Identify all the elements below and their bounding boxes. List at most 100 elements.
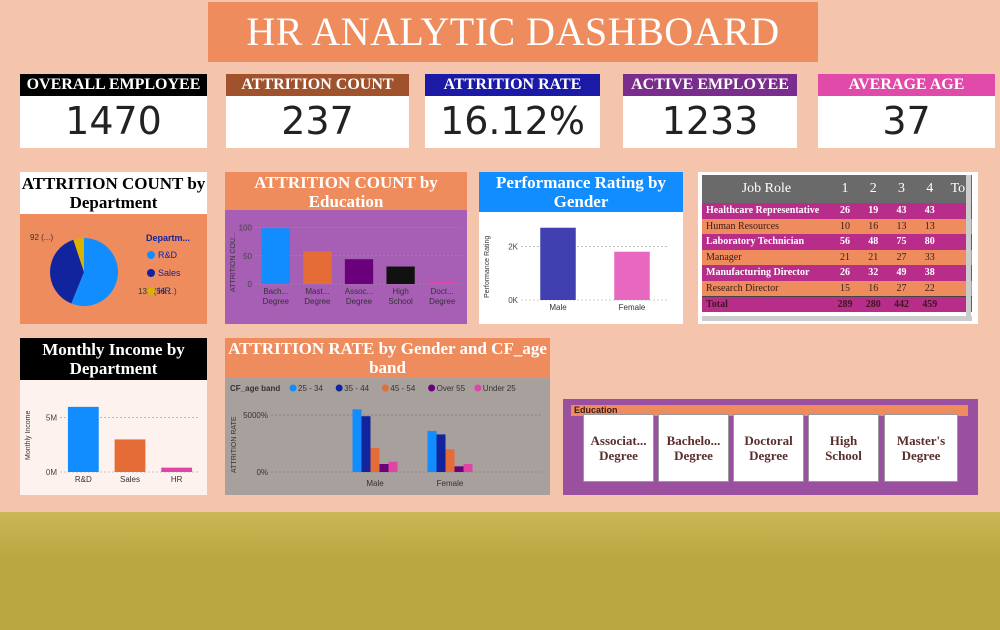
bar — [161, 467, 193, 472]
kpi-overall-employee[interactable]: OVERALL EMPLOYEE 1470 — [20, 74, 207, 148]
bar — [361, 416, 371, 472]
count-cell: 38 — [924, 267, 935, 279]
job-role-cell: Laboratory Technician — [706, 236, 805, 248]
kpi-attrition-count[interactable]: ATTRITION COUNT 237 — [226, 74, 409, 148]
perf-ylabel: Performance Rating — [484, 236, 491, 298]
x-tick-label: R&D — [75, 475, 92, 484]
rate-bar-chart[interactable]: CF_age band 25 - 34 35 - 44 45 - 54 Over 55… — [225, 378, 550, 495]
edu-bar-card[interactable]: ATTRITION COUNT by Education ATTRITION C… — [225, 172, 467, 324]
job-role-cell: Manager — [706, 251, 742, 263]
x-tick-label: Degree — [429, 297, 456, 306]
count-cell: 13 — [896, 220, 907, 232]
kpi-label: ACTIVE EMPLOYEE — [623, 74, 797, 96]
legend-label: Over 55 — [437, 384, 466, 393]
kpi-label: ATTRITION RATE — [425, 74, 600, 96]
x-tick-label: HR — [171, 475, 183, 484]
count-cell: 26 — [839, 267, 850, 279]
count-cell: 10 — [839, 220, 850, 232]
count-cell: 15 — [839, 282, 850, 294]
income-bar-chart[interactable]: Monthly Income 0M 5M R&D Sales HR — [20, 380, 207, 495]
legend-label-rd: R&D — [158, 250, 178, 260]
table-row[interactable]: Manager 21 21 27 33 — [702, 249, 972, 265]
dept-pie-card[interactable]: ATTRITION COUNT by Department 92 (...) 1… — [20, 172, 207, 324]
kpi-attrition-rate[interactable]: ATTRITION RATE 16.12% — [425, 74, 600, 148]
y-tick-label: 0% — [256, 468, 268, 477]
count-cell: 32 — [868, 267, 879, 279]
page-title: HR ANALYTIC DASHBOARD — [208, 2, 818, 62]
slicer-item[interactable]: Bachelo... Degree — [658, 414, 729, 482]
bar — [454, 466, 464, 472]
jobrole-table-card[interactable]: Job Role 1 2 3 4 To Healthcare Representative… — [698, 172, 978, 324]
table-row[interactable]: Research Director 15 16 27 22 — [702, 280, 972, 296]
kpi-value: 16.12% — [440, 99, 585, 143]
education-slicer[interactable]: Education Associat... Degree Bachelo... … — [563, 399, 978, 495]
count-cell: 27 — [896, 251, 907, 263]
table-row[interactable]: Manufacturing Director 26 32 49 38 — [702, 265, 972, 281]
dept-pie-chart[interactable]: 92 (...) 133 (56....) Departm... R&D Sal… — [20, 214, 207, 324]
edu-ylabel: ATTRITION COU... — [230, 232, 237, 292]
count-cell: 56 — [839, 236, 850, 248]
x-tick-label: Bach... — [263, 287, 288, 296]
kpi-average-age[interactable]: AVERAGE AGE 37 — [818, 74, 995, 148]
column-header[interactable]: 1 — [831, 175, 859, 203]
bar — [370, 448, 380, 472]
job-role-cell: Research Director — [706, 282, 779, 294]
legend-label-sales: Sales — [158, 268, 181, 278]
count-cell: 26 — [839, 205, 850, 217]
perf-bar-chart[interactable]: Performance Rating 0K 2K Male Female — [479, 212, 683, 324]
bar — [427, 431, 437, 472]
legend-dot — [335, 384, 343, 392]
column-header[interactable]: Job Role — [702, 175, 831, 203]
count-cell: 21 — [839, 251, 850, 263]
bar — [114, 439, 146, 472]
count-cell: 16 — [868, 220, 879, 232]
legend-dot-hr — [147, 287, 155, 295]
bar — [436, 434, 446, 472]
column-header[interactable]: 4 — [916, 175, 944, 203]
legend-dot — [289, 384, 297, 392]
perf-bar-card[interactable]: Performance Rating by Gender Performance… — [479, 172, 683, 324]
x-tick-label: Female — [619, 303, 646, 312]
kpi-value: 1233 — [661, 99, 759, 143]
income-bar-card[interactable]: Monthly Income by Department Monthly Inc… — [20, 338, 207, 495]
slicer-item[interactable]: Doctoral Degree — [733, 414, 804, 482]
kpi-active-employee[interactable]: ACTIVE EMPLOYEE 1233 — [623, 74, 797, 148]
legend-label: 35 - 44 — [344, 384, 369, 393]
count-cell: 75 — [896, 236, 907, 248]
kpi-label: ATTRITION COUNT — [226, 74, 409, 96]
legend-dot — [381, 384, 389, 392]
bar — [352, 409, 362, 472]
bar — [614, 251, 650, 300]
jobrole-table-viewport[interactable]: Job Role 1 2 3 4 To Healthcare Representative… — [702, 175, 972, 316]
bar — [445, 449, 455, 472]
column-header[interactable]: 3 — [887, 175, 915, 203]
x-tick-label: Mast... — [305, 287, 329, 296]
x-tick-label: School — [388, 297, 413, 306]
horizontal-scrollbar[interactable] — [702, 316, 972, 321]
table-row[interactable]: Human Resources 10 16 13 13 — [702, 218, 972, 234]
kpi-value: 37 — [882, 99, 931, 143]
legend-label: 45 - 54 — [390, 384, 415, 393]
y-tick-label: 5M — [46, 414, 57, 423]
dept-pie-title: ATTRITION COUNT by Department — [20, 172, 207, 214]
income-bar-title: Monthly Income by Department — [20, 338, 207, 380]
count-cell: 80 — [924, 236, 935, 248]
jobrole-table: Job Role 1 2 3 4 To Healthcare Representative… — [702, 175, 972, 312]
edu-bar-chart[interactable]: ATTRITION COU... 050100 Bach...DegreeMas… — [225, 210, 467, 324]
count-cell: 22 — [924, 282, 935, 294]
legend-dot-rd — [147, 251, 155, 259]
rate-legend-title: CF_age band — [230, 384, 280, 393]
kpi-value: 237 — [281, 99, 354, 143]
slicer-item[interactable]: High School — [808, 414, 879, 482]
table-row[interactable]: Laboratory Technician 56 48 75 80 — [702, 234, 972, 250]
slicer-item[interactable]: Associat... Degree — [583, 414, 654, 482]
table-row[interactable]: Healthcare Representative 26 19 43 43 — [702, 203, 972, 219]
column-header[interactable]: 2 — [859, 175, 887, 203]
count-cell: 19 — [868, 205, 879, 217]
vertical-scrollbar[interactable] — [966, 175, 971, 316]
legend-dot — [474, 384, 482, 392]
slicer-item[interactable]: Master's Degree — [884, 414, 958, 482]
x-tick-label: High — [392, 287, 408, 296]
total-cell: 289 — [837, 298, 853, 310]
rate-bar-card[interactable]: ATTRITION RATE by Gender and CF_age band… — [225, 338, 550, 495]
